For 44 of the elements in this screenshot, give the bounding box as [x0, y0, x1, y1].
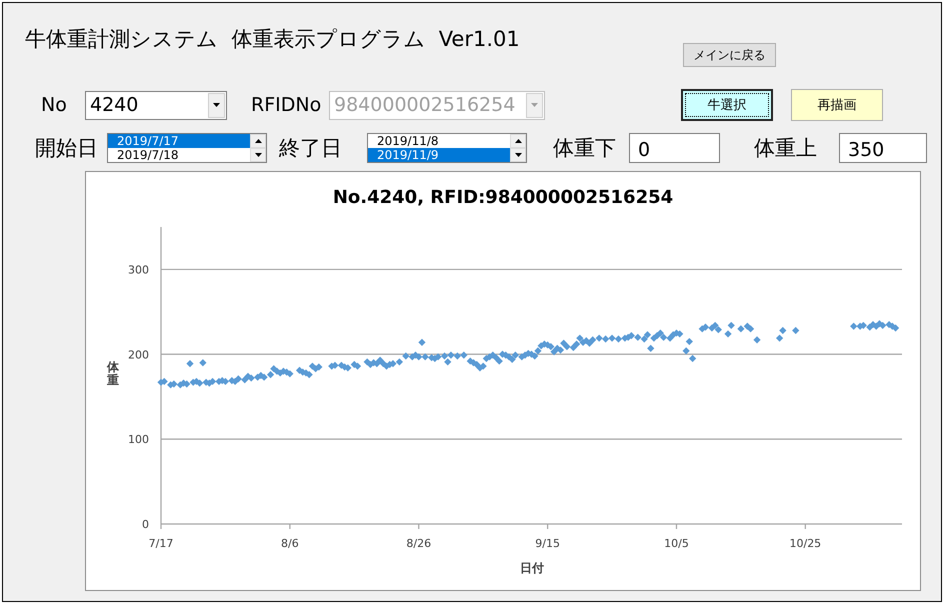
input-field[interactable]: 0 [629, 133, 720, 163]
combo-box[interactable]: 4240 [85, 90, 227, 120]
data-point [199, 359, 206, 366]
button[interactable]: 牛選択 [681, 89, 773, 121]
scroll-down-icon[interactable] [254, 153, 262, 157]
field-label: 開始日 [35, 135, 99, 162]
field-label: No [41, 94, 68, 116]
axis-tick-label: 9/15 [535, 537, 560, 550]
axis-tick-label: 10/5 [664, 537, 689, 550]
data-point [647, 344, 654, 352]
axis-tick-label: 100 [128, 433, 149, 446]
data-point [753, 336, 761, 344]
data-point [686, 338, 693, 346]
field-label: 終了日 [279, 135, 343, 162]
button[interactable]: メインに戻る [683, 43, 776, 67]
axis-tick-label: 10/25 [790, 537, 822, 550]
window-title: 牛体重計測システム 体重表示プログラム Ver1.01 [25, 26, 521, 53]
input-field[interactable]: 350 [839, 133, 927, 163]
list-item[interactable]: 2019/7/17 [108, 134, 250, 148]
data-point [418, 338, 426, 346]
list-item[interactable]: 2019/7/18 [108, 148, 250, 162]
field-label: 体重下 [553, 135, 617, 162]
axis-tick-label: 7/17 [148, 537, 174, 550]
scroll-up-icon[interactable] [514, 139, 522, 143]
field-label: RFIDNo [251, 94, 322, 116]
axis-tick-label: 300 [128, 263, 149, 276]
list-item[interactable]: 2019/11/8 [368, 134, 510, 148]
axis-tick-label: 200 [128, 348, 149, 362]
data-point [792, 326, 800, 334]
chart-title: No.4240, RFID:984000002516254 [332, 187, 674, 208]
combo-value: 4240 [90, 94, 140, 116]
data-point [186, 360, 194, 368]
axis-tick-label: 8/26 [406, 537, 432, 550]
field-label: 体重上 [754, 135, 818, 162]
list-item[interactable]: 2019/11/9 [368, 148, 510, 162]
axis-tick-label: 0 [142, 518, 149, 531]
scroll-up-icon[interactable] [254, 139, 262, 143]
combo-value: 984000002516254 [334, 94, 516, 116]
scroll-down-icon[interactable] [514, 153, 522, 157]
axis-tick-label: 8/6 [281, 537, 299, 550]
dropdown-arrow-icon[interactable] [213, 103, 220, 107]
x-axis-title: 日付 [520, 561, 544, 575]
y-axis-title: 体重 [107, 361, 119, 388]
button[interactable]: 再描画 [791, 89, 883, 121]
